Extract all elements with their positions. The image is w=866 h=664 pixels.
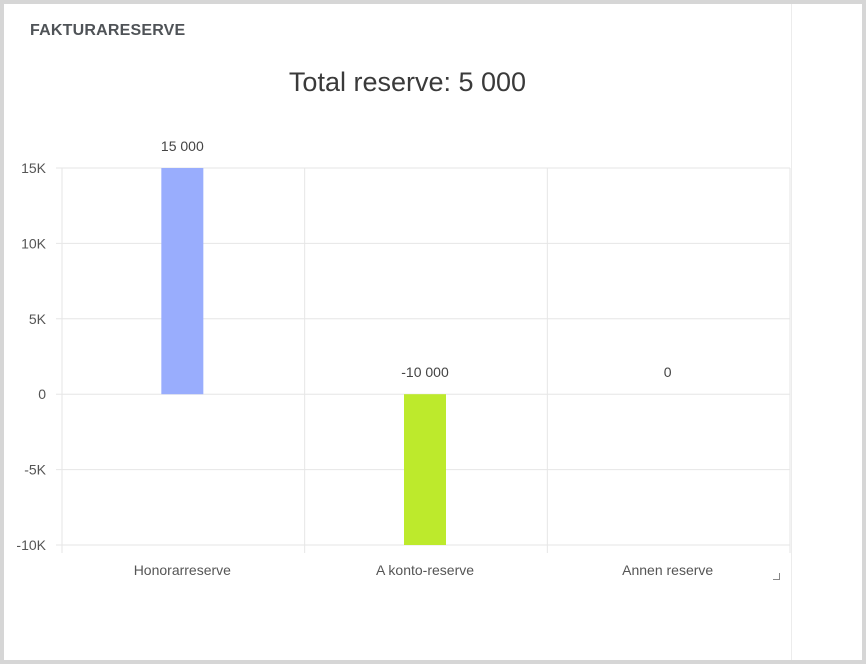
y-tick-label: 15K	[21, 160, 47, 176]
x-axis: Honorarreserve A konto-reserve Annen reser…	[134, 562, 714, 578]
y-axis: 15K 10K 5K 0 -5K -10K	[16, 160, 46, 553]
resize-corner-icon[interactable]	[773, 573, 780, 580]
bar-honorarreserve[interactable]	[161, 168, 204, 395]
value-label: -10 000	[401, 364, 449, 380]
value-labels: 15 000 -10 000 0	[161, 138, 672, 380]
value-label: 15 000	[161, 138, 204, 154]
bar-chart: 15K 10K 5K 0 -5K -10K 15 000 -10 000 0 Honorarr…	[16, 138, 791, 578]
x-tick-label: Annen reserve	[622, 562, 713, 578]
bars	[161, 168, 446, 545]
bar-a-konto-reserve[interactable]	[404, 394, 446, 545]
x-tick-label: A konto-reserve	[376, 562, 474, 578]
x-tick-label: Honorarreserve	[134, 562, 231, 578]
y-tick-label: -5K	[24, 462, 46, 478]
y-tick-label: 0	[38, 386, 46, 402]
y-tick-label: 10K	[21, 235, 47, 251]
y-tick-label: -10K	[16, 537, 46, 553]
y-tick-label: 5K	[29, 311, 47, 327]
value-label: 0	[664, 364, 672, 380]
